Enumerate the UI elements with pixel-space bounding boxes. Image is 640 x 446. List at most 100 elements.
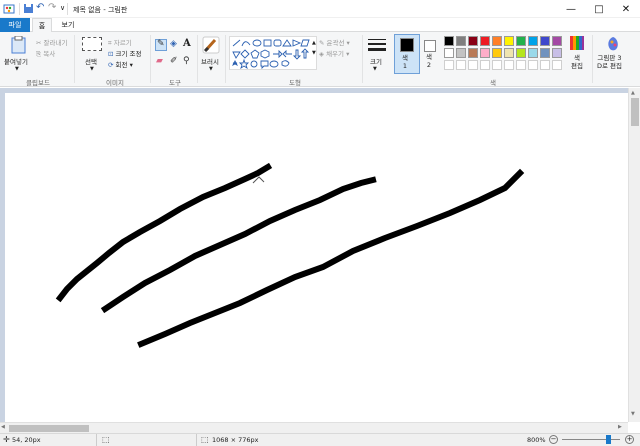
group-label-colors: 색 [490,79,496,87]
fill-icon[interactable]: ◈ [170,39,177,49]
scroll-right-icon[interactable]: ▶ [618,424,622,430]
size-dropdown-icon[interactable]: ▼ [373,66,377,72]
select-icon [82,37,102,51]
shapes-scroll-up[interactable]: ▲ [312,40,316,46]
color-picker-icon[interactable]: ✐ [170,56,178,66]
edit-with-paint3d-button[interactable]: 그림판 3 D로 편집 [597,54,622,70]
palette-swatch[interactable] [504,36,514,46]
close-button[interactable]: ✕ [612,0,640,18]
edit-colors-button[interactable]: 색 편집 [571,54,583,70]
palette-swatch[interactable] [468,48,478,58]
crop-icon: ⌗ [108,39,112,47]
zoom-out-button[interactable]: − [549,435,558,444]
redo-icon[interactable]: ↷ [48,2,56,13]
palette-swatch[interactable] [540,36,550,46]
customize-quick-access[interactable]: ∨ [60,4,65,12]
save-icon[interactable] [23,3,34,14]
color1-button[interactable]: 색 1 [394,34,420,74]
canvas-workspace [0,88,628,422]
palette-swatch[interactable] [480,48,490,58]
scroll-up-icon[interactable]: ▲ [631,90,635,96]
palette-swatch[interactable] [516,60,526,70]
copy-button[interactable]: ⎘ 복사 [36,48,55,59]
palette-swatch[interactable] [444,36,454,46]
paste-button[interactable]: 붙여넣기 [4,56,28,66]
tab-file[interactable]: 파일 [0,18,30,32]
undo-icon[interactable]: ↶ [36,2,44,13]
resize-button[interactable]: ⊡ 크기 조정 [108,48,142,58]
palette-swatch[interactable] [552,48,562,58]
drawing-canvas[interactable] [5,93,628,422]
fill-button[interactable]: ◈ 채우기 ▾ [319,48,349,58]
palette-swatch[interactable] [552,36,562,46]
status-bar: ✛ 54, 20px ⬚ ⬚ 1068 × 776px 800% − + [0,433,640,446]
palette-swatch[interactable] [540,60,550,70]
pixel-strokes [55,162,525,348]
palette-swatch[interactable] [456,60,466,70]
crop-button[interactable]: ⌗ 자르기 [108,37,132,48]
palette-swatch[interactable] [456,36,466,46]
cursor-crosshair-icon [252,176,265,184]
color2-label: 색 2 [426,53,432,69]
minimize-button[interactable]: — [557,0,585,18]
palette-swatch[interactable] [504,60,514,70]
zoom-slider-thumb[interactable] [606,435,611,444]
outline-button[interactable]: ✎ 윤곽선 ▾ [319,37,350,47]
palette-swatch[interactable] [504,48,514,58]
palette-swatch[interactable] [444,48,454,58]
zoom-in-button[interactable]: + [625,435,634,444]
palette-swatch[interactable] [468,60,478,70]
palette-swatch[interactable] [480,60,490,70]
select-dropdown-icon[interactable]: ▼ [90,66,94,72]
stroke-1 [55,162,273,303]
scroll-left-icon[interactable]: ◀ [1,424,5,430]
shapes-scroll-down[interactable]: ▼ [312,50,316,56]
rotate-button[interactable]: ⟳ 회전 ▾ [108,59,133,69]
ribbon: 붙여넣기 ▼ ✂ 잘라내기 ⎘ 복사 클립보드 선택 ▼ ⌗ 자르기 ⊡ 크기 … [0,32,640,87]
vertical-scroll-thumb[interactable] [631,98,639,126]
paste-dropdown-icon[interactable]: ▼ [15,66,19,72]
tab-home[interactable]: 홈 [32,18,52,32]
palette-swatch[interactable] [516,48,526,58]
clipboard-icon [8,35,30,54]
window-title: 제목 없음 - 그림판 [73,6,128,14]
palette-swatch[interactable] [468,36,478,46]
size-icon [368,37,386,53]
select-button[interactable]: 선택 [85,56,97,66]
palette-swatch[interactable] [444,60,454,70]
color2-swatch [424,40,436,52]
resize-icon: ⊡ [108,50,114,58]
palette-swatch[interactable] [540,48,550,58]
copy-icon: ⎘ [36,50,42,58]
palette-swatch[interactable] [552,60,562,70]
brushes-dropdown-icon[interactable]: ▼ [209,66,213,72]
palette-swatch[interactable] [492,60,502,70]
color-palette [444,35,568,75]
color2-button[interactable]: 색 2 [422,34,442,74]
scroll-down-icon[interactable]: ▼ [631,411,635,417]
vertical-scrollbar[interactable]: ▲ ▼ [628,88,640,422]
size-button[interactable]: 크기 [370,56,382,66]
pencil-tool[interactable]: ✎ [155,39,167,51]
horizontal-scroll-thumb[interactable] [9,425,89,432]
magnifier-icon[interactable]: ⚲ [183,56,190,66]
cursor-position-icon: ✛ [3,435,10,444]
brush-icon [201,36,221,54]
palette-swatch[interactable] [528,48,538,58]
text-tool[interactable]: A [183,38,191,49]
brushes-button[interactable]: 브러시 [201,56,219,66]
palette-swatch[interactable] [480,36,490,46]
eraser-icon[interactable]: ▰ [156,56,163,66]
maximize-button[interactable]: □ [585,0,613,18]
palette-swatch[interactable] [456,48,466,58]
palette-swatch[interactable] [492,48,502,58]
palette-swatch[interactable] [492,36,502,46]
palette-swatch[interactable] [516,36,526,46]
palette-swatch[interactable] [528,60,538,70]
shapes-gallery[interactable] [229,36,317,70]
cut-button[interactable]: ✂ 잘라내기 [36,37,67,47]
horizontal-scrollbar[interactable]: ◀ ▶ [0,422,628,433]
zoom-slider-track[interactable] [562,439,620,440]
tab-view[interactable]: 보기 [56,18,80,32]
palette-swatch[interactable] [528,36,538,46]
